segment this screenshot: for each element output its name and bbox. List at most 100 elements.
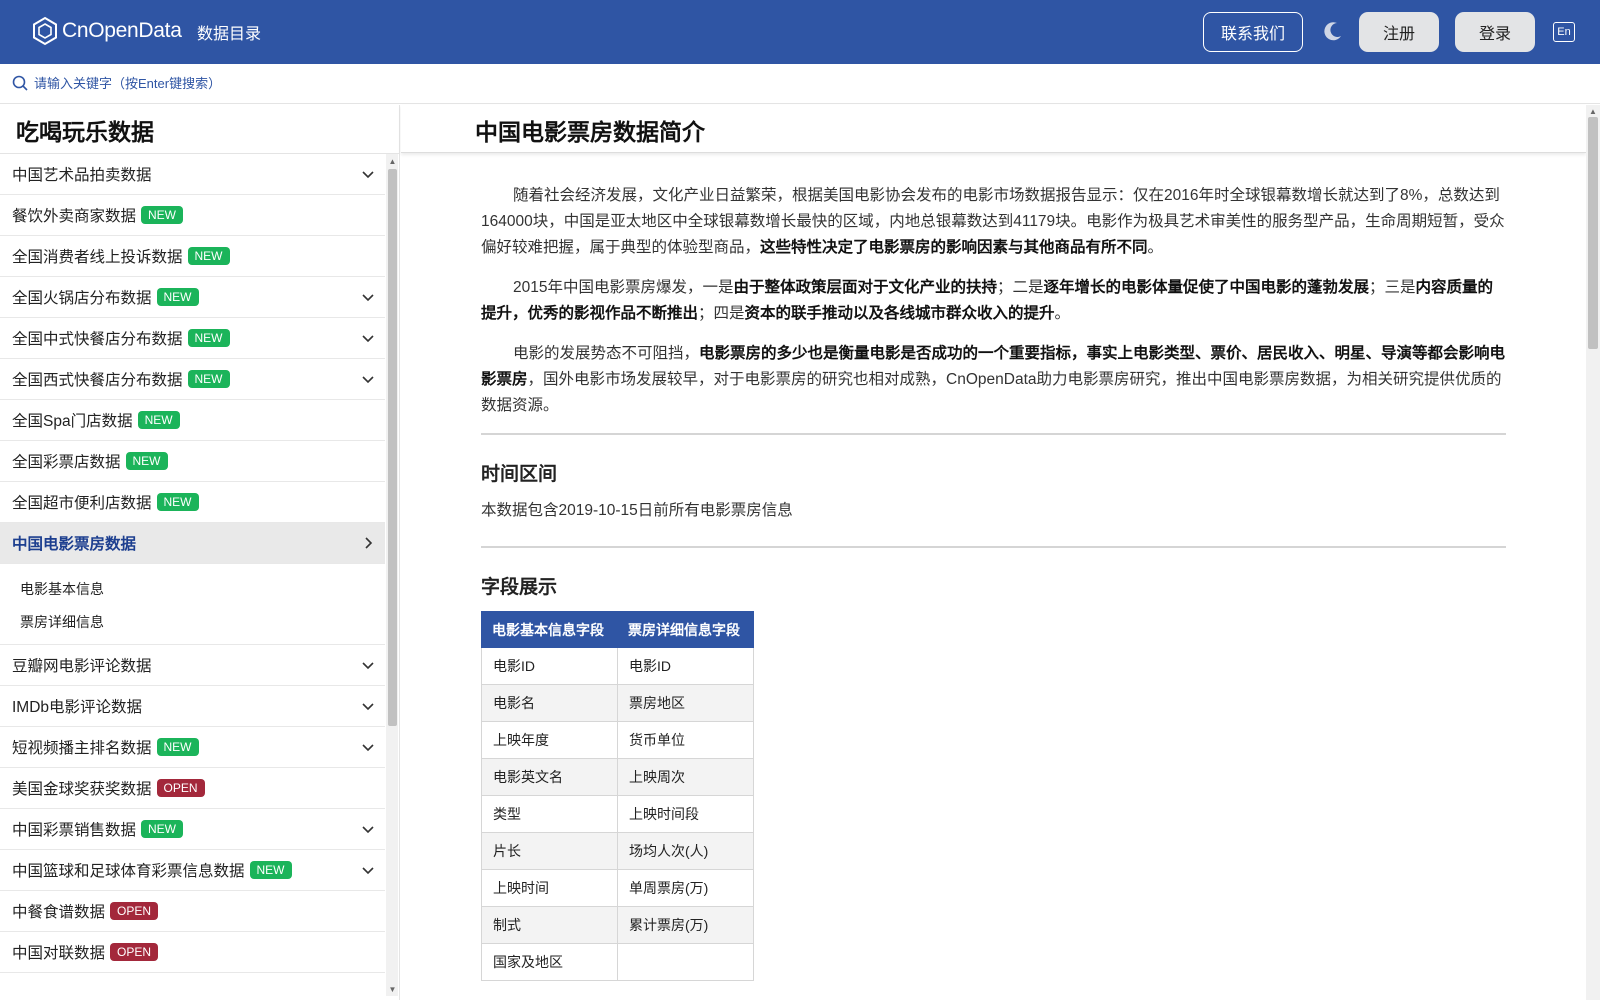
status-badge: NEW xyxy=(187,247,230,265)
brand-logo-link[interactable]: CnOpenData xyxy=(32,16,182,46)
status-badge: NEW xyxy=(141,206,184,224)
chevron-down-icon[interactable] xyxy=(361,740,375,754)
table-cell: 电影ID xyxy=(481,647,618,685)
table-cell: 上映时间 xyxy=(481,869,618,907)
intro-paragraph-3: 电影的发展势态不可阻挡，电影票房的多少也是衡量电影是否成功的一个重要指标，事实上… xyxy=(481,345,1506,414)
sidebar-item[interactable]: 全国火锅店分布数据 NEW xyxy=(0,277,385,318)
intro-paragraph-1: 随着社会经济发展，文化产业日益繁荣，根据美国电影协会发布的电影市场数据报告显示：… xyxy=(481,187,1505,256)
sidebar-title: 吃喝玩乐数据 xyxy=(16,119,154,145)
table-row: 上映年度 货币单位 xyxy=(481,721,754,759)
search-bar xyxy=(0,64,1600,104)
brand-name: CnOpenData xyxy=(62,19,182,42)
table-cell: 电影ID xyxy=(617,647,754,685)
chevron-right-icon[interactable] xyxy=(361,536,375,550)
status-badge: NEW xyxy=(187,370,230,388)
table-cell: 上映周次 xyxy=(617,758,754,796)
sidebar-item[interactable]: 豆瓣网电影评论数据 xyxy=(0,645,385,686)
section-title-time-range: 时间区间 xyxy=(481,464,558,485)
chevron-down-icon[interactable] xyxy=(361,167,375,181)
status-badge: OPEN xyxy=(110,902,159,920)
section-text-time-range: 本数据包含2019-10-15日前所有电影票房信息 xyxy=(481,502,793,519)
table-cell: 货币单位 xyxy=(617,721,754,759)
table-row: 片长 场均人次(人) xyxy=(481,832,754,870)
sidebar-item[interactable]: 全国超市便利店数据 NEW xyxy=(0,482,385,523)
sidebar-item-label: 全国西式快餐店分布数据 xyxy=(12,372,183,389)
sidebar-item-label: 短视频播主排名数据 xyxy=(12,740,152,757)
sidebar-item[interactable]: 中国彩票销售数据 NEW xyxy=(0,809,385,850)
scroll-down-arrow-icon[interactable]: ▼ xyxy=(388,985,397,994)
sidebar-item-label: 中国艺术品拍卖数据 xyxy=(12,167,152,184)
language-switch-icon[interactable]: En xyxy=(1553,22,1575,42)
table-row: 电影英文名 上映周次 xyxy=(481,758,754,796)
sidebar-item[interactable]: 短视频播主排名数据 NEW xyxy=(0,727,385,768)
sidebar-item[interactable]: IMDb电影评论数据 xyxy=(0,686,385,727)
sidebar-item[interactable]: 中国艺术品拍卖数据 xyxy=(0,154,385,195)
sidebar-item-label: 餐饮外卖商家数据 xyxy=(12,208,137,225)
scroll-up-arrow-icon[interactable]: ▲ xyxy=(1588,107,1598,116)
status-badge: NEW xyxy=(141,820,184,838)
nav-data-catalog[interactable]: 数据目录 xyxy=(197,20,261,44)
contact-us-button[interactable]: 联系我们 xyxy=(1203,12,1303,52)
sidebar-item-label: 全国Spa门店数据 xyxy=(12,413,133,430)
chevron-down-icon[interactable] xyxy=(361,372,375,386)
sidebar-item[interactable]: 中国篮球和足球体育彩票信息数据 NEW xyxy=(0,850,385,891)
status-badge: NEW xyxy=(187,329,230,347)
sidebar-item-label: 全国彩票店数据 xyxy=(12,454,121,471)
divider xyxy=(481,546,1506,548)
table-cell: 电影名 xyxy=(481,684,618,722)
moon-icon[interactable] xyxy=(1322,20,1344,42)
sidebar-scrollbar-thumb[interactable] xyxy=(388,169,397,726)
sidebar-subitem[interactable]: 票房详细信息 xyxy=(0,605,385,638)
sidebar-item-label: 中国对联数据 xyxy=(12,945,106,962)
table-cell: 票房地区 xyxy=(617,684,754,722)
sidebar-item-label: 美国金球奖获奖数据 xyxy=(12,781,152,798)
table-cell: 单周票房(万) xyxy=(617,869,754,907)
sidebar-item-label: 全国超市便利店数据 xyxy=(12,495,152,512)
table-row: 电影名 票房地区 xyxy=(481,684,754,722)
search-input[interactable] xyxy=(34,72,634,94)
chevron-down-icon[interactable] xyxy=(361,331,375,345)
sidebar-item[interactable]: 中国电影票房数据 xyxy=(0,523,385,564)
article-body: 随着社会经济发展，文化产业日益繁荣，根据美国电影协会发布的电影市场数据报告显示：… xyxy=(481,183,1506,981)
sidebar-item-label: 中国电影票房数据 xyxy=(12,536,137,553)
main-scrollbar-thumb[interactable] xyxy=(1588,117,1598,349)
table-row: 电影ID 电影ID xyxy=(481,647,754,685)
fields-table: 电影基本信息字段 票房详细信息字段 电影ID 电影ID 电影名 票房地区 上映年度 货币单位… xyxy=(481,611,754,981)
status-badge: NEW xyxy=(156,288,199,306)
status-badge: OPEN xyxy=(156,779,205,797)
search-icon xyxy=(12,75,28,91)
sidebar-item[interactable]: 全国中式快餐店分布数据 NEW xyxy=(0,318,385,359)
sidebar-sublist: 电影基本信息 票房详细信息 xyxy=(0,564,385,645)
sidebar-item[interactable]: 全国彩票店数据 NEW xyxy=(0,441,385,482)
top-navbar: CnOpenData 数据目录 联系我们 注册 登录 En xyxy=(0,0,1600,64)
chevron-down-icon[interactable] xyxy=(361,863,375,877)
table-cell: 上映时间段 xyxy=(617,795,754,833)
status-badge: NEW xyxy=(125,452,168,470)
sidebar-item[interactable]: 中国对联数据 OPEN xyxy=(0,932,385,973)
sidebar-item-label: IMDb电影评论数据 xyxy=(12,699,143,716)
status-badge: NEW xyxy=(156,738,199,756)
sidebar-item[interactable]: 中餐食谱数据 OPEN xyxy=(0,891,385,932)
divider xyxy=(481,433,1506,435)
chevron-down-icon[interactable] xyxy=(361,658,375,672)
table-row: 上映时间 单周票房(万) xyxy=(481,869,754,907)
register-button[interactable]: 注册 xyxy=(1359,12,1439,52)
sidebar-item[interactable]: 餐饮外卖商家数据 NEW xyxy=(0,195,385,236)
chevron-down-icon[interactable] xyxy=(361,290,375,304)
sidebar-item[interactable]: 全国Spa门店数据 NEW xyxy=(0,400,385,441)
table-row: 国家及地区 xyxy=(481,943,754,981)
sidebar-item[interactable]: 全国消费者线上投诉数据 NEW xyxy=(0,236,385,277)
status-badge: NEW xyxy=(249,861,292,879)
table-body: 电影ID 电影ID 电影名 票房地区 上映年度 货币单位 电影英文名 上映周次 类型 上映时间段片… xyxy=(481,647,754,981)
table-cell: 片长 xyxy=(481,832,618,870)
scroll-up-arrow-icon[interactable]: ▲ xyxy=(388,157,397,166)
sidebar-subitem[interactable]: 电影基本信息 xyxy=(0,572,385,605)
sidebar-item[interactable]: 全国西式快餐店分布数据 NEW xyxy=(0,359,385,400)
main-title-bar: 中国电影票房数据简介 xyxy=(401,105,1586,153)
sidebar-item-label: 中餐食谱数据 xyxy=(12,904,106,921)
login-button[interactable]: 登录 xyxy=(1455,12,1535,52)
sidebar-item[interactable]: 美国金球奖获奖数据 OPEN xyxy=(0,768,385,809)
table-header-cell: 电影基本信息字段 xyxy=(481,611,618,648)
chevron-down-icon[interactable] xyxy=(361,822,375,836)
chevron-down-icon[interactable] xyxy=(361,699,375,713)
